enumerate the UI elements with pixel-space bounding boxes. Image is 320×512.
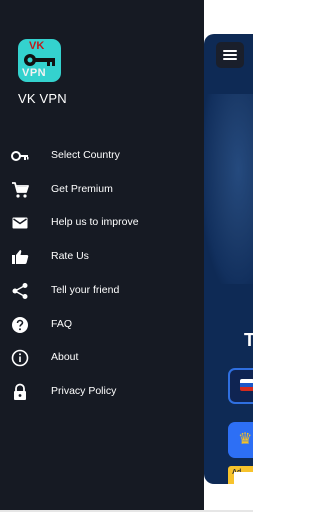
lock-icon: [14, 383, 26, 400]
menu-item-rate-us[interactable]: Rate Us: [0, 242, 204, 272]
world-map-background: [204, 94, 253, 284]
menu-item-help-improve[interactable]: Help us to improve: [0, 208, 204, 238]
russia-flag-icon: [240, 379, 253, 391]
share-icon: [12, 283, 28, 299]
mail-icon: [12, 217, 28, 229]
selected-country-button[interactable]: [228, 368, 253, 404]
menu-item-get-premium[interactable]: Get Premium: [0, 175, 204, 205]
logo-key-icon: [24, 54, 55, 66]
menu-item-faq[interactable]: FAQ: [0, 310, 204, 340]
cart-icon: [12, 182, 29, 198]
ad-banner-content: [234, 472, 253, 484]
crown-icon: ♛: [238, 431, 253, 448]
menu-item-select-country[interactable]: Select Country: [0, 141, 204, 171]
thumbs-up-icon: [12, 250, 29, 264]
navigation-drawer: VK VPN VK VPN Select Country Get Premium: [0, 0, 204, 512]
menu-item-tell-friend[interactable]: Tell your friend: [0, 276, 204, 306]
key-icon: [11, 151, 29, 161]
hamburger-menu-button[interactable]: [216, 42, 244, 68]
main-screen: T ♛ Ad: [204, 34, 253, 484]
premium-button[interactable]: ♛: [228, 422, 253, 458]
menu-item-privacy-policy[interactable]: Privacy Policy: [0, 377, 204, 407]
main-heading-partial: T: [244, 330, 253, 350]
app-title: VK VPN: [18, 91, 67, 106]
info-icon: [11, 349, 29, 367]
menu-item-about[interactable]: About: [0, 343, 204, 373]
app-logo: VK VPN: [18, 39, 61, 82]
help-circle-icon: [12, 317, 28, 333]
